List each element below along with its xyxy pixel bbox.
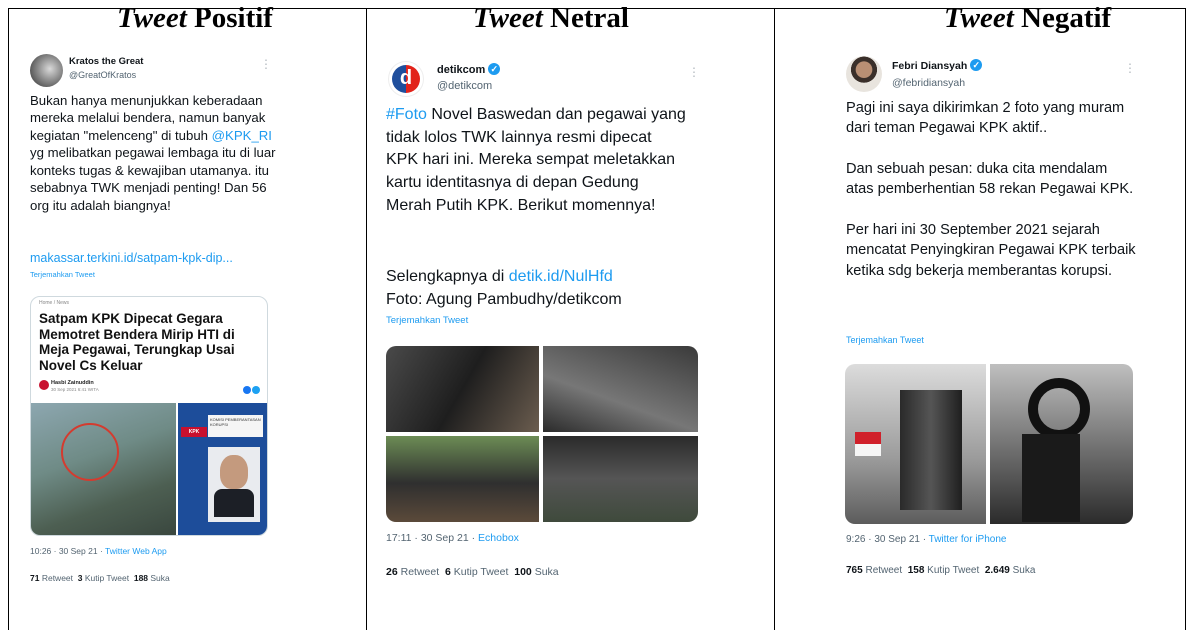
building-shape: [900, 390, 962, 510]
facebook-icon: [243, 386, 251, 394]
tweet-stats: 765 Retweet 158 Kutip Tweet 2.649 Suka: [846, 565, 1035, 576]
portrait-face: [220, 455, 248, 489]
translate-link[interactable]: Terjemahkan Tweet: [846, 335, 924, 345]
card-author: Hasbi Zainuddin: [51, 380, 94, 386]
retweet-count[interactable]: 26 Retweet: [386, 566, 439, 578]
quote-count[interactable]: 3 Kutip Tweet: [78, 573, 129, 583]
portrait-suit: [214, 489, 254, 517]
kpk-banner: KOMISI PEMBERANTASAN KORUPSI: [208, 415, 263, 437]
tweet-stats: 71 Retweet 3 Kutip Tweet 188 Suka: [30, 573, 170, 583]
card-photo-office: [31, 403, 176, 535]
retweet-count[interactable]: 71 Retweet: [30, 573, 73, 583]
publisher-logo: [39, 380, 49, 390]
column-title-negative: Tweet Negatif: [944, 2, 1112, 34]
tweet-text: Bukan hanya menunjukkan keberadaan merek…: [30, 93, 276, 213]
photo-ribbon[interactable]: [990, 364, 1133, 524]
column-divider: [774, 9, 775, 630]
user-handle[interactable]: @febridiansyah: [892, 77, 965, 89]
avatar[interactable]: [846, 56, 882, 92]
highlight-circle: [61, 423, 119, 481]
like-count[interactable]: 188 Suka: [134, 573, 170, 583]
kpk-badge: KPK: [181, 427, 207, 437]
tweet-text: #Foto Novel Baswedan dan pegawai yang ti…: [386, 106, 686, 214]
like-count[interactable]: 100 Suka: [514, 566, 558, 578]
tweet-more-text: Selengkapnya di detik.id/NulHfd Foto: Ag…: [386, 268, 622, 308]
more-options-icon[interactable]: ⋮: [688, 66, 700, 78]
card-photo-portrait: KOMISI PEMBERANTASAN KORUPSI KPK: [178, 403, 267, 535]
translate-link[interactable]: Terjemahkan Tweet: [30, 270, 95, 279]
card-breadcrumb: Home / News: [39, 300, 70, 306]
tweet-paragraph: Dan sebuah pesan: duka cita mendalam ata…: [846, 160, 1134, 198]
tweet-timestamp: 10:26 · 30 Sep 21 · Twitter Web App: [30, 546, 167, 556]
photo-pair[interactable]: [845, 364, 1133, 524]
photo-1[interactable]: [386, 346, 539, 432]
photo-building[interactable]: [845, 364, 986, 524]
column-divider: [366, 9, 367, 630]
tweet-stats: 26 Retweet 6 Kutip Tweet 100 Suka: [386, 566, 559, 578]
source-link[interactable]: Twitter Web App: [105, 546, 167, 556]
tweet-paragraph: Per hari ini 30 September 2021 sejarah m…: [846, 221, 1136, 279]
user-name[interactable]: Kratos the Great: [69, 56, 143, 67]
detik-logo-icon: d: [399, 67, 413, 89]
column-title-positive: Tweet Positif: [117, 2, 273, 34]
source-link[interactable]: Echobox: [478, 532, 519, 544]
avatar[interactable]: d: [388, 61, 424, 97]
quote-count[interactable]: 158 Kutip Tweet: [908, 565, 980, 576]
share-icons: [243, 381, 267, 412]
tweet-text: Pagi ini saya dikirimkan 2 foto yang mur…: [846, 98, 1136, 281]
link-card[interactable]: Home / News Satpam KPK Dipecat Gegara Me…: [30, 296, 268, 536]
card-headline: Satpam KPK Dipecat Gegara Memotret Bende…: [39, 311, 235, 373]
tweet-timestamp: 17:11 · 30 Sep 21 · Echobox: [386, 532, 519, 544]
flag-red: [855, 432, 881, 444]
tweet-timestamp: 9:26 · 30 Sep 21 · Twitter for iPhone: [846, 534, 1007, 545]
short-link[interactable]: detik.id/NulHfd: [509, 268, 613, 285]
user-name[interactable]: detikcom ✓: [437, 63, 501, 76]
flag-white: [855, 444, 881, 456]
more-options-icon[interactable]: ⋮: [260, 58, 272, 70]
photo-2[interactable]: [543, 346, 698, 432]
avatar[interactable]: [30, 54, 63, 87]
translate-link[interactable]: Terjemahkan Tweet: [386, 315, 468, 326]
photo-grid[interactable]: [386, 346, 698, 522]
verified-badge-icon: ✓: [970, 59, 983, 71]
photo-4[interactable]: [543, 436, 698, 522]
twitter-icon: [252, 386, 260, 394]
like-count[interactable]: 2.649 Suka: [985, 565, 1036, 576]
more-options-icon[interactable]: ⋮: [1124, 62, 1136, 74]
user-name[interactable]: Febri Diansyah ✓: [892, 59, 983, 72]
tweet-link[interactable]: makassar.terkini.id/satpam-kpk-dip...: [30, 251, 233, 265]
mention-link[interactable]: @KPK_RI: [212, 128, 272, 143]
user-handle[interactable]: @detikcom: [437, 80, 492, 92]
verified-badge-icon: ✓: [488, 63, 501, 75]
user-handle[interactable]: @GreatOfKratos: [69, 70, 136, 80]
quote-count[interactable]: 6 Kutip Tweet: [445, 566, 508, 578]
column-title-neutral: Tweet Netral: [473, 2, 629, 34]
mourning-ribbon-icon: [1028, 378, 1090, 440]
retweet-count[interactable]: 765 Retweet: [846, 565, 902, 576]
hashtag-link[interactable]: #Foto: [386, 106, 427, 123]
building-shape: [1022, 434, 1080, 522]
source-link[interactable]: Twitter for iPhone: [929, 534, 1007, 545]
photo-3[interactable]: [386, 436, 539, 522]
tweet-paragraph: Pagi ini saya dikirimkan 2 foto yang mur…: [846, 100, 1125, 137]
card-date: 30 Sep 2021 6:41 WITA: [51, 387, 99, 392]
